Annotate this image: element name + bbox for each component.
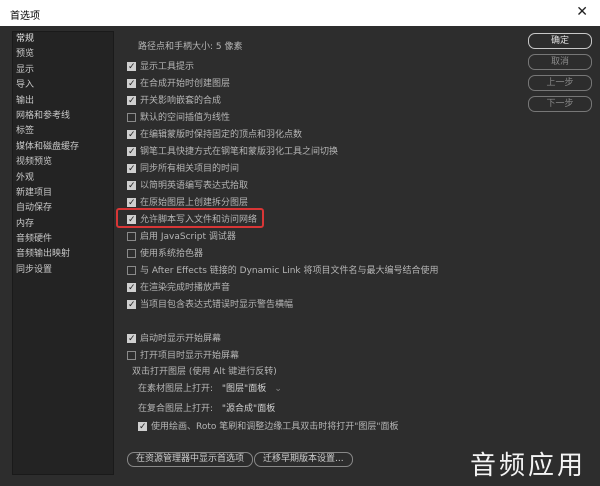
option-label: 与 After Effects 链接的 Dynamic Link 将项目文件名与… [140, 266, 439, 276]
option-row[interactable]: 打开项目时显示开始屏幕 [127, 349, 239, 363]
option-label: 以简明英语编写表达式拾取 [140, 181, 249, 191]
checkbox[interactable] [127, 231, 136, 241]
option-label: 使用系统拾色器 [140, 249, 204, 259]
next-button[interactable]: 下一步 [528, 96, 592, 112]
option-label: 当项目包含表达式错误时显示警告横幅 [140, 300, 294, 310]
sidebar-item-auto-save[interactable]: 自动保存 [13, 201, 113, 216]
sidebar-item-sync-settings[interactable]: 同步设置 [13, 263, 113, 278]
comp-layer-row: 在复合图层上打开: "源合成"面板 ⌄ [138, 402, 282, 426]
sidebar-item-import[interactable]: 导入 [13, 78, 113, 93]
footage-layer-dropdown[interactable]: "图层"面板 ⌄ [222, 383, 282, 395]
option-label: 同步所有相关项目的时间 [140, 164, 240, 174]
option-row[interactable]: 钢笔工具快捷方式在钢笔和蒙版羽化工具之间切换 [127, 145, 338, 159]
option-label: 显示工具提示 [140, 62, 195, 72]
checkbox[interactable] [127, 77, 136, 91]
sidebar-item-output[interactable]: 输出 [13, 94, 113, 109]
cancel-button[interactable]: 取消 [528, 54, 592, 70]
option-row[interactable]: 与 After Effects 链接的 Dynamic Link 将项目文件名与… [127, 264, 439, 278]
option-row[interactable]: 开关影响嵌套的合成 [127, 94, 221, 108]
checkbox[interactable] [138, 420, 147, 434]
sidebar-item-display[interactable]: 显示 [13, 63, 113, 78]
footage-layer-row: 在素材图层上打开: "图层"面板 ⌄ [138, 382, 282, 396]
reveal-preferences-button[interactable]: 在资源管理器中显示首选项 [127, 452, 254, 467]
option-label: 开关影响嵌套的合成 [140, 96, 222, 106]
checkbox[interactable] [127, 145, 136, 159]
migrate-settings-button[interactable]: 迁移早期版本设置... [254, 452, 353, 467]
option-label: 在渲染完成时播放声音 [140, 283, 231, 293]
checkbox[interactable] [127, 350, 136, 360]
sidebar-item-preview[interactable]: 预览 [13, 47, 113, 62]
comp-layer-label: 在复合图层上打开: [138, 404, 214, 414]
checkbox[interactable] [127, 179, 136, 193]
dropdown-value: "源合成"面板 [221, 404, 276, 414]
option-label: 启动时显示开始屏幕 [140, 334, 222, 344]
option-label: 打开项目时显示开始屏幕 [140, 351, 240, 361]
watermark: 音频应用 [469, 451, 586, 481]
footage-layer-label: 在素材图层上打开: [138, 384, 214, 394]
option-label: 在编辑蒙版时保持固定的顶点和羽化点数 [140, 130, 303, 140]
option-row[interactable]: 在渲染完成时播放声音 [127, 281, 230, 295]
sidebar-item-video-preview[interactable]: 视频预览 [13, 155, 113, 170]
option-row[interactable]: 使用绘画、Roto 笔刷和调整边缘工具双击时将打开"图层"面板 [138, 420, 399, 434]
option-label: 启用 JavaScript 调试器 [140, 232, 236, 242]
option-label: 在合成开始时创建图层 [140, 79, 231, 89]
option-row[interactable]: 以简明英语编写表达式拾取 [127, 179, 248, 193]
option-row[interactable]: 默认的空间插值为线性 [127, 111, 230, 125]
window-title: 首选项 [10, 11, 40, 22]
checkbox[interactable] [127, 265, 136, 275]
double-click-label: 双击打开图层 (使用 Alt 键进行反转) [132, 367, 277, 377]
sidebar-item-memory[interactable]: 内存 [13, 217, 113, 232]
option-row[interactable]: 启动时显示开始屏幕 [127, 332, 221, 346]
sidebar: 常规 预览 显示 导入 输出 网格和参考线 标签 媒体和磁盘缓存 视频预览 外观… [12, 31, 114, 475]
option-row[interactable]: 在合成开始时创建图层 [127, 77, 230, 91]
sidebar-item-labels[interactable]: 标签 [13, 124, 113, 139]
checkbox[interactable] [127, 332, 136, 346]
checkbox[interactable] [127, 248, 136, 258]
sidebar-item-audio-hardware[interactable]: 音频硬件 [13, 232, 113, 247]
general-settings-panel: 路径点和手柄大小: 5 像素 显示工具提示 在合成开始时创建图层 开关影响嵌套的… [118, 31, 518, 473]
checkbox[interactable] [127, 112, 136, 122]
title-bar: 首选项 ✕ [0, 0, 600, 26]
checkbox[interactable] [127, 60, 136, 74]
sidebar-item-appearance[interactable]: 外观 [13, 171, 113, 186]
sidebar-item-new-project[interactable]: 新建项目 [13, 186, 113, 201]
sidebar-item-general[interactable]: 常规 [13, 32, 113, 47]
ok-button[interactable]: 确定 [528, 33, 592, 49]
highlight-box [116, 208, 264, 228]
checkbox[interactable] [127, 162, 136, 176]
option-label: 钢笔工具快捷方式在钢笔和蒙版羽化工具之间切换 [140, 147, 339, 157]
previous-button[interactable]: 上一步 [528, 75, 592, 91]
sidebar-item-grids-guides[interactable]: 网格和参考线 [13, 109, 113, 124]
checkbox[interactable] [127, 298, 136, 312]
dropdown-value: "图层"面板 [221, 384, 267, 394]
comp-layer-dropdown[interactable]: "源合成"面板 ⌄ [221, 403, 282, 426]
option-label: 默认的空间插值为线性 [140, 113, 231, 123]
option-row[interactable]: 同步所有相关项目的时间 [127, 162, 239, 176]
option-row[interactable]: 在编辑蒙版时保持固定的顶点和羽化点数 [127, 128, 302, 142]
option-label: 使用绘画、Roto 笔刷和调整边缘工具双击时将打开"图层"面板 [151, 422, 399, 432]
sidebar-item-media-cache[interactable]: 媒体和磁盘缓存 [13, 140, 113, 155]
checkbox[interactable] [127, 196, 136, 210]
close-icon[interactable]: ✕ [576, 4, 588, 20]
option-row[interactable]: 使用系统拾色器 [127, 247, 203, 261]
sidebar-item-audio-output-mapping[interactable]: 音频输出映射 [13, 247, 113, 262]
option-label: 在原始图层上创建拆分图层 [140, 198, 249, 208]
path-point-size-label: 路径点和手柄大小: 5 像素 [138, 42, 243, 52]
chevron-down-icon: ⌄ [274, 384, 282, 394]
checkbox[interactable] [127, 128, 136, 142]
option-row[interactable]: 显示工具提示 [127, 60, 194, 74]
option-row[interactable]: 当项目包含表达式错误时显示警告横幅 [127, 298, 293, 312]
checkbox[interactable] [127, 281, 136, 295]
option-row[interactable]: 启用 JavaScript 调试器 [127, 230, 236, 244]
checkbox[interactable] [127, 94, 136, 108]
